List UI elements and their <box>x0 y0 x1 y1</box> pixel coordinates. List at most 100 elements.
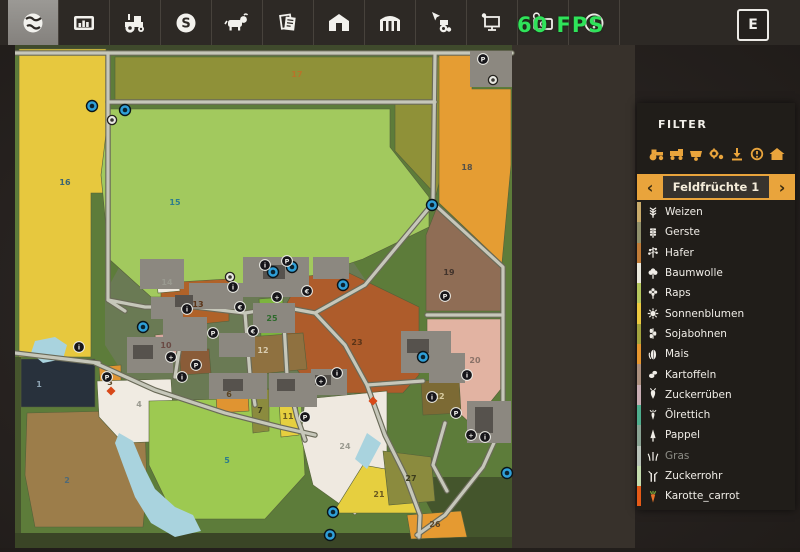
map-marker-poi[interactable]: P <box>440 291 451 302</box>
map-marker-poi[interactable]: P <box>451 408 462 419</box>
filter-category-tractor-button[interactable] <box>647 146 666 162</box>
svg-text:+: + <box>318 377 323 385</box>
crop-row-kartoffeln[interactable]: Kartoffeln <box>637 364 795 384</box>
seeder-icon <box>728 147 746 161</box>
filter-category-seeder-button[interactable] <box>728 146 747 162</box>
map-marker-blue[interactable] <box>328 507 339 518</box>
trailer-icon <box>688 147 706 161</box>
crop-label: Raps <box>665 287 691 299</box>
pager-next-button[interactable]: › <box>769 174 795 200</box>
map-marker-white[interactable] <box>107 115 116 124</box>
svg-text:i: i <box>431 393 433 401</box>
map-marker-poi[interactable]: P <box>282 256 293 267</box>
map-marker-poi[interactable]: i <box>480 432 491 443</box>
cotton-icon <box>641 266 665 281</box>
map-marker-poi[interactable]: i <box>332 368 343 379</box>
globe-icon <box>19 9 47 37</box>
tab-globe[interactable] <box>8 0 59 45</box>
field-number-25: 25 <box>266 314 278 323</box>
building-block <box>313 257 349 279</box>
crop-row-mais[interactable]: Mais <box>637 344 795 364</box>
map-marker-poi[interactable]: € <box>302 286 313 297</box>
tab-ai-worker[interactable] <box>416 0 467 45</box>
crop-label: Zuckerrüben <box>665 389 732 401</box>
sheets-icon <box>274 9 302 37</box>
s-coin-icon: S <box>172 9 200 37</box>
crop-row-sonnenblumen[interactable]: Sonnenblumen <box>637 303 795 323</box>
tab-s-coin[interactable]: S <box>161 0 212 45</box>
crop-list: WeizenGersteHaferBaumwolle Raps Sonnenblum… <box>637 202 795 506</box>
crop-row-raps[interactable]: Raps <box>637 283 795 303</box>
sunflower-icon <box>641 306 665 321</box>
tab-tractor[interactable] <box>110 0 161 45</box>
map-marker-poi[interactable]: P <box>208 328 219 339</box>
crop-row-karotte-carrot[interactable]: Karotte_carrot <box>637 486 795 506</box>
map-marker-poi[interactable]: i <box>462 370 473 381</box>
map-marker-blue[interactable] <box>338 280 349 291</box>
tab-cow[interactable] <box>212 0 263 45</box>
svg-text:+: + <box>468 431 473 439</box>
map-marker-poi[interactable]: i <box>427 392 438 403</box>
map-marker-poi[interactable]: P <box>191 360 202 371</box>
svg-text:€: € <box>237 303 243 311</box>
map-canvas[interactable]: 1716151819202313142512109312456711242221… <box>15 45 635 548</box>
map-marker-poi[interactable]: € <box>235 302 246 313</box>
field-number-17: 17 <box>291 70 302 79</box>
crop-label: Sonnenblumen <box>665 308 744 320</box>
map-marker-poi[interactable]: + <box>272 292 283 303</box>
key-hint-e[interactable]: E <box>737 9 769 41</box>
crop-row-weizen[interactable]: Weizen <box>637 202 795 222</box>
map-marker-poi[interactable]: P <box>300 412 311 423</box>
map-marker-poi[interactable]: + <box>316 376 327 387</box>
map-marker-white[interactable] <box>488 75 497 84</box>
map-marker-white[interactable] <box>225 272 234 281</box>
map-marker-blue[interactable] <box>502 468 513 479</box>
crop-row-hafer[interactable]: Hafer <box>637 243 795 263</box>
tractor-icon <box>648 147 666 161</box>
map-marker-poi[interactable]: i <box>177 372 188 383</box>
map-marker-blue[interactable] <box>418 352 429 363</box>
crop-row-zuckerr-ben[interactable]: Zuckerrüben <box>637 385 795 405</box>
map-marker-blue[interactable] <box>87 101 98 112</box>
map-marker-poi[interactable]: + <box>166 352 177 363</box>
map-marker-poi[interactable]: i <box>228 282 239 293</box>
map-marker-poi[interactable]: P <box>102 372 113 383</box>
map-marker-poi[interactable]: + <box>466 430 477 441</box>
field-number-19: 19 <box>443 268 455 277</box>
filter-category-trailer-button[interactable] <box>687 146 706 162</box>
crop-row-gras[interactable]: Gras <box>637 446 795 466</box>
map-marker-poi[interactable]: i <box>182 304 193 315</box>
field-number-18: 18 <box>461 163 473 172</box>
farm-map[interactable]: 1716151819202313142512109312456711242221… <box>15 45 635 548</box>
crop-row-pappel[interactable]: Pappel <box>637 425 795 445</box>
crop-row-zuckerrohr[interactable]: Zuckerrohr <box>637 466 795 486</box>
filter-category-harvester-button[interactable] <box>667 146 686 162</box>
map-marker-poi[interactable]: € <box>248 326 259 337</box>
crop-row--lrettich[interactable]: Ölrettich <box>637 405 795 425</box>
map-marker-blue[interactable] <box>138 322 149 333</box>
field-number-7: 7 <box>257 406 263 415</box>
crop-row-gerste[interactable]: Gerste <box>637 222 795 242</box>
pager-prev-button[interactable]: ‹ <box>637 174 663 200</box>
map-marker-blue[interactable] <box>427 200 438 211</box>
tab-greenhouse[interactable] <box>365 0 416 45</box>
tab-monitor[interactable] <box>467 0 518 45</box>
crop-row-sojabohnen[interactable]: Sojabohnen <box>637 324 795 344</box>
map-marker-poi[interactable]: i <box>260 260 271 271</box>
map-marker-poi[interactable]: P <box>478 54 489 65</box>
tab-stats[interactable] <box>59 0 110 45</box>
map-marker-blue[interactable] <box>120 105 131 116</box>
filter-category-gears-button[interactable] <box>707 146 726 162</box>
filter-category-alert-button[interactable] <box>748 146 767 162</box>
tab-sheets[interactable] <box>263 0 314 45</box>
canola-icon <box>641 286 665 301</box>
field-number-15: 15 <box>169 198 181 207</box>
crop-row-baumwolle[interactable]: Baumwolle <box>637 263 795 283</box>
tab-barn[interactable] <box>314 0 365 45</box>
field-number-13: 13 <box>192 300 203 309</box>
corn-icon <box>641 347 665 362</box>
harvester-icon <box>668 147 686 161</box>
filter-category-house-button[interactable] <box>768 146 787 162</box>
map-marker-poi[interactable]: i <box>74 342 85 353</box>
map-marker-blue[interactable] <box>325 530 336 541</box>
